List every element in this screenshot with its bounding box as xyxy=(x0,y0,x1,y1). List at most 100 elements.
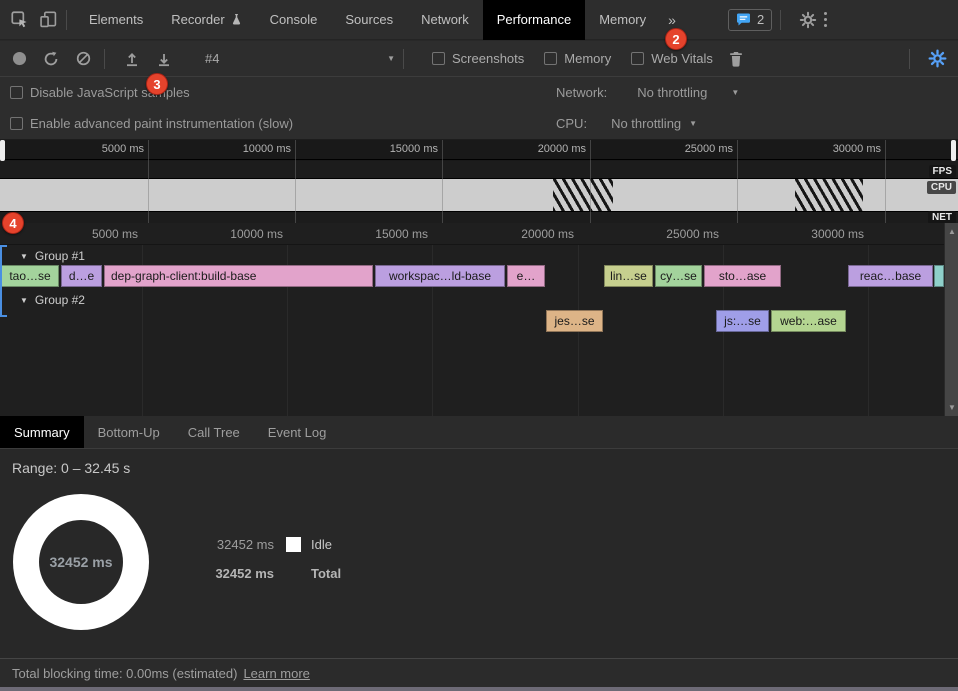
issues-counter-button[interactable]: 2 xyxy=(728,9,772,31)
group-2-header[interactable]: ▼ Group #2 xyxy=(0,291,944,309)
flame-chart-canvas[interactable]: 5000 ms10000 ms15000 ms20000 ms25000 ms3… xyxy=(0,223,944,416)
overview-left-handle[interactable] xyxy=(0,140,5,161)
tab-console[interactable]: Console xyxy=(256,0,332,40)
flame-chart-panel: 5000 ms10000 ms15000 ms20000 ms25000 ms3… xyxy=(0,223,958,416)
advanced-paint-checkbox[interactable]: Enable advanced paint instrumentation (s… xyxy=(10,116,293,131)
tab-sources[interactable]: Sources xyxy=(331,0,407,40)
tab-network[interactable]: Network xyxy=(407,0,483,40)
cpu-lane-label: CPU xyxy=(927,181,956,194)
overview-right-handle[interactable] xyxy=(951,140,956,161)
checkbox-box xyxy=(631,52,644,65)
flame-bar[interactable]: d…e xyxy=(61,265,102,287)
kebab-menu-icon[interactable] xyxy=(818,12,833,27)
web-vitals-checkbox[interactable]: Web Vitals xyxy=(631,51,713,66)
devtools-tabbar: Elements Recorder Console Sources Networ… xyxy=(0,0,958,40)
flame-bar[interactable]: e… xyxy=(507,265,545,287)
overview-gridline xyxy=(295,140,296,223)
tab-elements[interactable]: Elements xyxy=(75,0,157,40)
load-profile-button[interactable] xyxy=(119,46,145,72)
flame-bar[interactable]: lin…se xyxy=(604,265,653,287)
flame-tick-label: 25000 ms xyxy=(619,227,719,241)
performance-toolbar: #4 ▼ Screenshots Memory Web Vitals xyxy=(0,41,958,77)
scroll-down-icon[interactable]: ▼ xyxy=(945,403,958,412)
more-tabs-button[interactable]: » xyxy=(660,12,684,28)
network-throttling-select[interactable]: Network: No throttling ▼ xyxy=(556,85,739,100)
divider xyxy=(403,49,404,69)
cpu-throttling-select[interactable]: CPU: No throttling ▼ xyxy=(556,116,697,131)
flask-icon xyxy=(231,13,242,26)
learn-more-link[interactable]: Learn more xyxy=(243,666,309,681)
devtools-window: Elements Recorder Console Sources Networ… xyxy=(0,0,958,691)
tab-event-log[interactable]: Event Log xyxy=(254,416,341,448)
tab-call-tree[interactable]: Call Tree xyxy=(174,416,254,448)
cpu-lane xyxy=(0,178,958,211)
flame-scrollbar[interactable]: ▲ ▼ xyxy=(944,223,958,416)
settings-gear-icon[interactable] xyxy=(798,10,818,30)
chevron-down-icon: ▼ xyxy=(387,54,395,63)
scroll-up-icon[interactable]: ▲ xyxy=(945,227,958,236)
session-history-select[interactable]: #4 ▼ xyxy=(205,51,395,66)
issues-count: 2 xyxy=(757,12,764,27)
flame-bar[interactable]: reac…base xyxy=(848,265,933,287)
tab-bottom-up[interactable]: Bottom-Up xyxy=(84,416,174,448)
device-toolbar-icon[interactable] xyxy=(38,10,58,30)
fps-lane xyxy=(0,161,958,178)
tab-memory[interactable]: Memory xyxy=(585,0,660,40)
donut-legend: 32452 ms Idle 32452 ms Total xyxy=(208,537,341,595)
empty-swatch xyxy=(286,566,301,581)
status-footer: Total blocking time: 0.00ms (estimated) … xyxy=(0,658,958,687)
donut-total-label: 32452 ms xyxy=(49,554,112,570)
checkbox-box xyxy=(10,117,23,130)
inspect-element-icon[interactable] xyxy=(9,10,29,30)
flame-bar[interactable]: dep-graph-client:build-base xyxy=(104,265,373,287)
flame-bar[interactable]: web:…ase xyxy=(771,310,846,332)
screenshots-checkbox[interactable]: Screenshots xyxy=(432,51,524,66)
net-lane xyxy=(0,211,958,223)
annotation-badge: 4 xyxy=(2,212,24,234)
memory-checkbox[interactable]: Memory xyxy=(544,51,611,66)
flame-bar[interactable]: jes…se xyxy=(546,310,603,332)
tab-performance[interactable]: Performance xyxy=(483,0,585,40)
time-breakdown-donut: 32452 ms xyxy=(13,494,149,630)
flame-tick-label: 30000 ms xyxy=(764,227,864,241)
flame-bar[interactable] xyxy=(934,265,944,287)
flame-ruler: 5000 ms10000 ms15000 ms20000 ms25000 ms3… xyxy=(0,223,944,245)
flame-bar[interactable]: js:…se xyxy=(716,310,769,332)
overview-gridline xyxy=(885,140,886,223)
checkbox-box xyxy=(10,86,23,99)
overview-ruler: 5000 ms10000 ms15000 ms20000 ms25000 ms3… xyxy=(0,140,958,160)
clear-button[interactable] xyxy=(70,46,96,72)
checkbox-box xyxy=(544,52,557,65)
trash-icon[interactable] xyxy=(723,46,749,72)
overview-tick-label: 20000 ms xyxy=(486,143,586,155)
total-blocking-time-text: Total blocking time: 0.00ms (estimated) xyxy=(12,666,237,681)
divider xyxy=(780,10,781,30)
flame-bar[interactable]: tao…se xyxy=(1,265,59,287)
divider xyxy=(104,49,105,69)
record-button[interactable] xyxy=(6,46,32,72)
flame-bar[interactable]: cy…se xyxy=(655,265,702,287)
overview-gridline xyxy=(442,140,443,223)
legend-row-total: 32452 ms Total xyxy=(208,566,341,581)
tab-recorder[interactable]: Recorder xyxy=(157,0,255,40)
annotation-badge: 2 xyxy=(665,28,687,50)
track-selection-bracket xyxy=(0,245,7,317)
window-bottom-strip xyxy=(0,687,958,691)
overview-gridline xyxy=(148,140,149,223)
capture-settings-gear-icon[interactable] xyxy=(924,46,950,72)
summary-panel: Range: 0 – 32.45 s 32452 ms 32452 ms Idl… xyxy=(0,449,958,658)
timeline-overview[interactable]: 5000 ms10000 ms15000 ms20000 ms25000 ms3… xyxy=(0,140,958,223)
overview-tick-label: 10000 ms xyxy=(191,143,291,155)
flame-tick-label: 15000 ms xyxy=(328,227,428,241)
range-text: Range: 0 – 32.45 s xyxy=(12,460,130,476)
chevron-down-icon: ▼ xyxy=(20,252,28,261)
overview-tick-label: 25000 ms xyxy=(633,143,733,155)
overview-gridline xyxy=(737,140,738,223)
overview-tick-label: 15000 ms xyxy=(338,143,438,155)
flame-bar[interactable]: workspac…ld-base xyxy=(375,265,505,287)
flame-bar[interactable]: sto…ase xyxy=(704,265,781,287)
tab-summary[interactable]: Summary xyxy=(0,416,84,448)
reload-and-record-button[interactable] xyxy=(38,46,64,72)
group-1-header[interactable]: ▼ Group #1 xyxy=(0,247,944,265)
save-profile-button[interactable] xyxy=(151,46,177,72)
